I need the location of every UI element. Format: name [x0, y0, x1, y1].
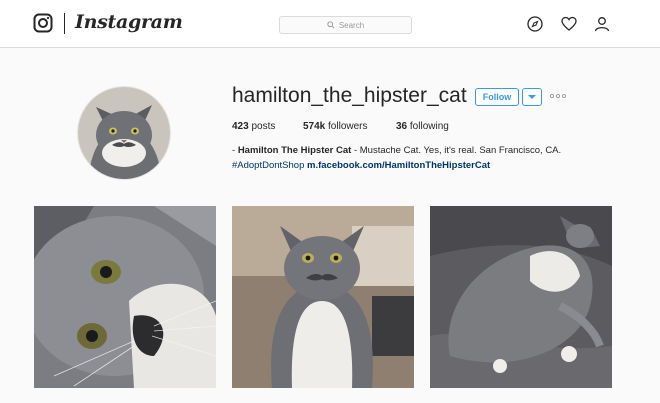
search-icon	[327, 21, 335, 29]
follow-button[interactable]: Follow	[475, 88, 519, 106]
caret-down-icon	[528, 95, 536, 99]
heart-icon[interactable]	[561, 16, 577, 32]
posts-stat: 423 posts	[232, 121, 275, 132]
followers-count: 574k	[303, 121, 326, 132]
compass-icon[interactable]	[527, 16, 543, 32]
hashtag-link[interactable]: #AdoptDontShop	[232, 160, 304, 171]
profile-bio-line: - Hamilton The Hipster Cat - Mustache Ca…	[232, 145, 561, 156]
cat-sitting-photo	[232, 206, 414, 388]
followers-stat[interactable]: 574k followers	[303, 121, 368, 132]
following-label: following	[409, 121, 449, 132]
followers-label: followers	[328, 121, 368, 132]
post-thumbnail[interactable]	[430, 206, 612, 388]
more-options-icon[interactable]	[550, 93, 566, 99]
post-thumbnail[interactable]	[232, 206, 414, 388]
following-count: 36	[396, 121, 408, 132]
profile-username: hamilton_the_hipster_cat	[232, 84, 467, 107]
logo-divider	[64, 13, 65, 34]
cat-closeup-photo	[34, 206, 216, 388]
bio-text: - Mustache Cat. Yes, it's real. San Fran…	[351, 145, 562, 156]
bio-full-name: Hamilton The Hipster Cat	[237, 145, 352, 156]
instagram-camera-icon[interactable]	[33, 13, 53, 33]
posts-count: 423	[232, 121, 249, 132]
search-input[interactable]: Search	[279, 16, 412, 34]
cat-avatar-image	[78, 87, 170, 179]
profile-avatar[interactable]	[77, 86, 171, 180]
top-navigation-bar: Instagram Search	[0, 0, 660, 48]
post-thumbnail[interactable]	[34, 206, 216, 388]
following-stat[interactable]: 36 following	[396, 121, 449, 132]
search-placeholder: Search	[338, 20, 365, 30]
person-icon[interactable]	[594, 16, 610, 32]
instagram-wordmark[interactable]: Instagram	[75, 11, 183, 33]
posts-label: posts	[251, 121, 276, 132]
profile-links-line: #AdoptDontShop m.facebook.com/HamiltonTh…	[232, 160, 490, 171]
website-link[interactable]: m.facebook.com/HamiltonTheHipsterCat	[307, 160, 490, 171]
cat-on-bed-photo	[430, 206, 612, 388]
suggestions-dropdown-button[interactable]	[522, 88, 542, 106]
